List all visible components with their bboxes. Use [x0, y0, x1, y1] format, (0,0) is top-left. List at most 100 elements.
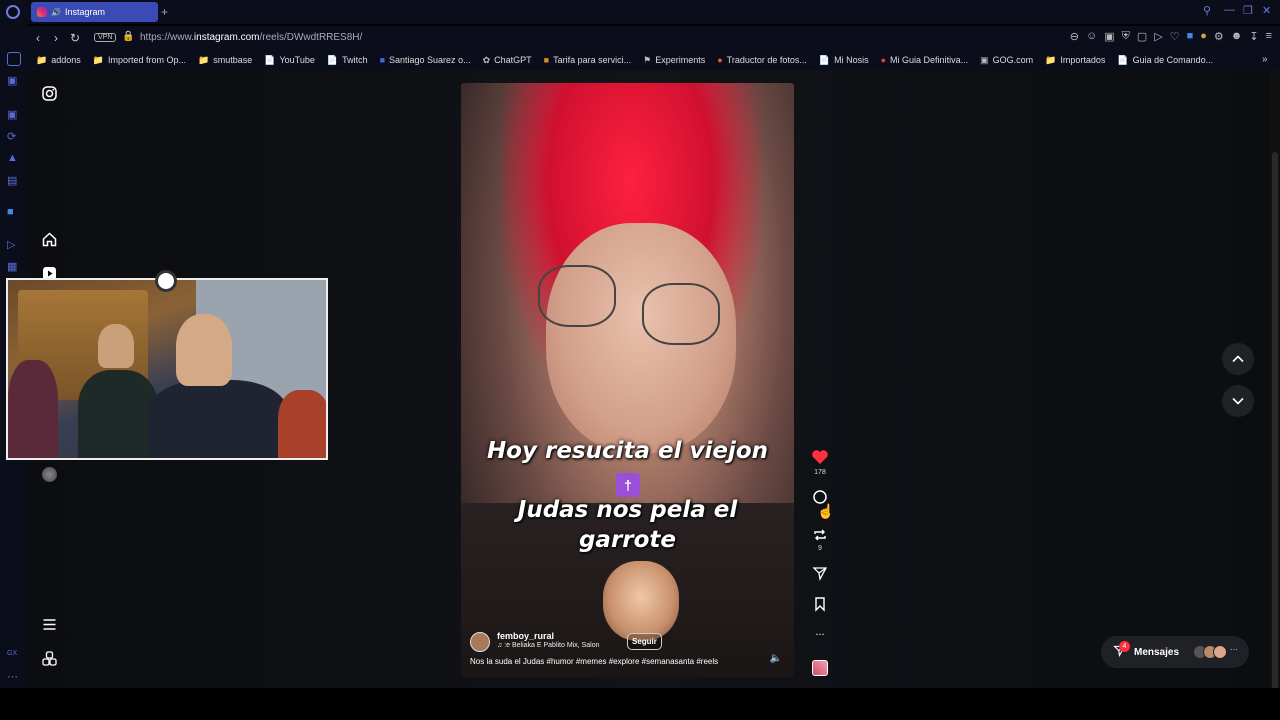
reel-footer: femboy_rural ♫ :e Beliaka E Pablito Mix,… — [461, 623, 794, 677]
bookmark-label: Experiments — [655, 55, 706, 65]
sidebar-more-icon[interactable]: ⋯ — [7, 670, 18, 683]
bookmark-item[interactable]: 📄 Mi Nosis — [819, 55, 869, 66]
reload-icon[interactable]: ↻ — [70, 31, 80, 45]
gx-icon[interactable]: GX — [7, 650, 17, 657]
toolbar-icons: ⊖ ☺ ▣ ⛨ ▢ ▷ ♡ ■ ● ⚙ ☻ ↧ ≡ — [1070, 30, 1272, 43]
scroll-thumb[interactable] — [1272, 152, 1278, 720]
messages-avatars: ⋯ — [1193, 645, 1238, 659]
bookmark-label: Mi Nosis — [834, 55, 869, 65]
reel-video[interactable]: Hoy resucita el viejon † Judas nos pela … — [461, 83, 794, 677]
apps-grid-icon[interactable]: ▦ — [7, 260, 17, 273]
vpn-badge[interactable]: VPN — [94, 33, 117, 42]
opera-logo-icon[interactable] — [6, 5, 20, 19]
author-avatar[interactable] — [470, 632, 490, 652]
shield-icon[interactable]: ⛨ — [1122, 30, 1130, 43]
restore-button[interactable]: ❐ — [1243, 4, 1253, 17]
image-icon[interactable]: ▤ — [7, 174, 17, 187]
bookmark-label: addons — [51, 55, 81, 65]
bookmark-item[interactable]: 📁 Imported from Op... — [93, 55, 186, 66]
close-button[interactable]: ✕ — [1262, 4, 1271, 17]
controller-icon[interactable]: ▣ — [7, 108, 17, 121]
mouse-cursor-icon: ☝ — [817, 503, 835, 519]
gog-icon: ▣ — [980, 54, 989, 65]
more-menu-icon[interactable] — [42, 617, 57, 636]
bookmark-label: Traductor de fotos... — [726, 55, 807, 65]
bookmarks-bar: 📁 addons 📁 Imported from Op... 📁 smutbase 📄… — [28, 50, 1280, 70]
author-username[interactable]: femboy_rural — [497, 631, 554, 641]
folder-icon: 📁 — [198, 54, 210, 65]
snapshot-icon[interactable]: ▣ — [1104, 30, 1114, 43]
back-icon[interactable]: ‹ — [36, 31, 40, 45]
bookmark-item[interactable]: ✿ ChatGPT — [483, 55, 532, 66]
follow-button[interactable]: Seguir — [627, 633, 662, 650]
also-from-meta-icon[interactable] — [42, 651, 57, 670]
download-icon[interactable]: ↧ — [1249, 30, 1258, 43]
app-icon[interactable]: ■ — [7, 206, 14, 218]
bookmark-item[interactable]: 📄 Guia de Comando... — [1117, 55, 1213, 66]
save-icon[interactable] — [810, 596, 830, 615]
capture-icon[interactable]: ▢ — [1137, 30, 1147, 43]
bookmark-item[interactable]: ● Mi Guia Definitiva... — [881, 55, 968, 65]
zoom-out-icon[interactable]: ⊖ — [1070, 30, 1079, 43]
url-field[interactable]: https://www.instagram.com/reels/DWwdtRRE… — [140, 32, 362, 43]
profile-icon[interactable]: ☻ — [1231, 30, 1243, 43]
profile-avatar[interactable] — [42, 467, 57, 482]
webcam-person-middle — [78, 370, 158, 458]
play-sidebar-icon[interactable]: ▷ — [7, 238, 15, 251]
minimize-button[interactable]: — — [1224, 4, 1235, 16]
bookmark-item[interactable]: ■ Tarifa para servici... — [544, 55, 631, 65]
search-icon[interactable]: ⚲ — [1203, 4, 1211, 17]
like-icon[interactable] — [810, 449, 830, 468]
home-sidebar-icon[interactable] — [7, 52, 21, 66]
player-icon[interactable]: ▷ — [1154, 30, 1162, 43]
cross-emoji-icon: † — [616, 473, 640, 497]
bookmark-item[interactable]: 📄 Twitch — [327, 55, 368, 66]
extension-1-icon[interactable]: ■ — [1187, 30, 1194, 43]
url-domain: instagram.com — [193, 32, 260, 43]
behance-icon: ■ — [379, 55, 386, 65]
bookmark-item[interactable]: 📁 smutbase — [198, 55, 252, 66]
audio-thumbnail[interactable] — [812, 660, 828, 676]
bookmark-label: Imported from Op... — [107, 55, 186, 65]
menu-icon[interactable]: ≡ — [1266, 30, 1272, 43]
bookmark-item[interactable]: 📁 Importados — [1045, 55, 1105, 66]
url-prefix: https://www. — [140, 32, 194, 43]
emoji-icon[interactable]: ☺ — [1086, 30, 1097, 43]
bookmark-item[interactable]: ▣ GOG.com — [980, 55, 1033, 66]
extensions-icon[interactable]: ⚙ — [1214, 30, 1224, 43]
repost-icon[interactable] — [810, 527, 830, 546]
overwatch-logo-icon — [155, 270, 177, 292]
audio-info[interactable]: ♫ :e Beliaka E Pablito Mix, Salon — [497, 642, 600, 649]
tarifa-icon: ■ — [543, 55, 550, 65]
folder-icon: 📁 — [1045, 54, 1057, 65]
video-caption-line1: Hoy resucita el viejon — [486, 438, 769, 464]
instagram-logo-icon[interactable] — [42, 86, 57, 105]
messages-label: Mensajes — [1134, 646, 1180, 658]
bookmarks-overflow-icon[interactable]: » — [1262, 54, 1268, 65]
more-options-icon[interactable]: ... — [810, 626, 830, 638]
bookmark-item[interactable]: ● Traductor de fotos... — [717, 55, 807, 65]
bookmark-item[interactable]: ■ Santiago Suarez o... — [380, 55, 471, 65]
previous-reel-button[interactable] — [1222, 343, 1254, 375]
lock-icon[interactable]: 🔒 — [122, 31, 134, 42]
url-path: /reels/DWwdtRRES8H/ — [259, 32, 363, 43]
tools-icon[interactable]: ▲ — [7, 152, 18, 164]
new-tab-button[interactable]: + — [161, 5, 168, 19]
speaker-icon[interactable]: 🔊 — [51, 8, 61, 17]
page-scrollbar[interactable] — [1270, 70, 1280, 720]
gaming-icon[interactable]: ▣ — [7, 74, 17, 87]
tab-instagram[interactable]: 🔊 Instagram — [31, 2, 158, 22]
webcam-face-right — [176, 314, 232, 386]
page-icon: 📄 — [264, 54, 276, 65]
share-icon[interactable] — [810, 565, 830, 584]
extension-2-icon[interactable]: ● — [1200, 30, 1207, 43]
home-icon[interactable] — [42, 232, 57, 251]
heart-icon[interactable]: ♡ — [1170, 30, 1180, 43]
mute-icon[interactable]: 🔈 — [770, 653, 782, 664]
forward-icon[interactable]: › — [54, 31, 58, 45]
bookmark-item[interactable]: ⚑ Experiments — [643, 55, 705, 66]
refresh-sidebar-icon[interactable]: ⟳ — [7, 130, 16, 143]
next-reel-button[interactable] — [1222, 385, 1254, 417]
bookmark-item[interactable]: 📄 YouTube — [264, 55, 315, 66]
bookmark-item[interactable]: 📁 addons — [36, 55, 81, 66]
